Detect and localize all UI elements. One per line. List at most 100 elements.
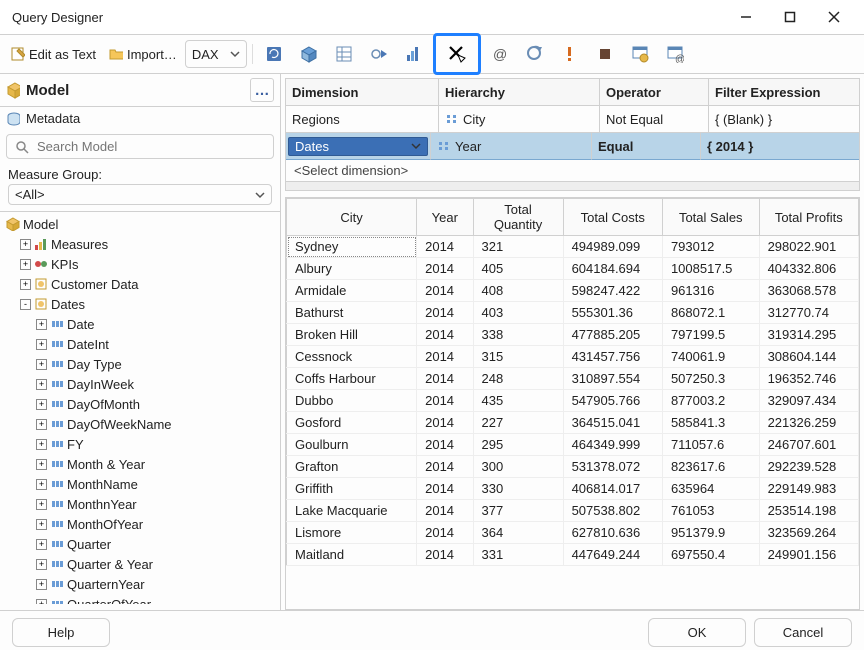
grid-cell[interactable]: 310897.554 <box>563 368 662 390</box>
grid-cell[interactable]: Armidale <box>287 280 417 302</box>
refresh-button[interactable] <box>258 41 290 67</box>
filter-row[interactable]: RegionsCityNot Equal{ (Blank) } <box>286 106 859 133</box>
grid-cell[interactable]: 364 <box>473 522 563 544</box>
tree-node-kpis[interactable]: + KPIs <box>4 254 280 274</box>
grid-cell[interactable]: 298022.901 <box>759 236 858 258</box>
maximize-button[interactable] <box>768 3 812 31</box>
grid-cell[interactable]: 2014 <box>417 302 473 324</box>
grid-cell[interactable]: 363068.578 <box>759 280 858 302</box>
tree-node-date-field[interactable]: +Quarter & Year <box>4 554 280 574</box>
grid-cell[interactable]: Coffs Harbour <box>287 368 417 390</box>
grid-cell[interactable]: 635964 <box>662 478 759 500</box>
grid-row[interactable]: Cessnock2014315431457.756740061.9308604.… <box>287 346 859 368</box>
filter-hierarchy-cell[interactable]: City <box>439 106 600 133</box>
measure-group-select[interactable]: <All> <box>8 184 272 205</box>
grid-cell[interactable]: 531378.072 <box>563 456 662 478</box>
grid-cell[interactable]: Albury <box>287 258 417 280</box>
tree-node-date-field[interactable]: +DayOfMonth <box>4 394 280 414</box>
grid-cell[interactable]: Lake Macquarie <box>287 500 417 522</box>
show-aggregations-button[interactable] <box>398 41 430 67</box>
grid-cell[interactable]: 300 <box>473 456 563 478</box>
grid-row[interactable]: Sydney2014321494989.099793012298022.901 <box>287 236 859 258</box>
grid-cell[interactable]: 253514.198 <box>759 500 858 522</box>
grid-cell[interactable]: 961316 <box>662 280 759 302</box>
grid-cell[interactable]: 2014 <box>417 390 473 412</box>
grid-cell[interactable]: 338 <box>473 324 563 346</box>
grid-cell[interactable]: 2014 <box>417 478 473 500</box>
grid-row[interactable]: Coffs Harbour2014248310897.554507250.319… <box>287 368 859 390</box>
grid-cell[interactable]: 2014 <box>417 500 473 522</box>
grid-cell[interactable]: Dubbo <box>287 390 417 412</box>
grid-cell[interactable]: 431457.756 <box>563 346 662 368</box>
grid-cell[interactable]: 547905.766 <box>563 390 662 412</box>
tree-node-date-field[interactable]: +MonthName <box>4 474 280 494</box>
grid-cell[interactable]: 2014 <box>417 324 473 346</box>
help-button[interactable]: Help <box>12 618 110 647</box>
expand-icon[interactable]: + <box>36 459 47 470</box>
grid-cell[interactable]: Lismore <box>287 522 417 544</box>
filter-operator-cell[interactable]: Equal <box>592 133 701 160</box>
execute-button[interactable]: @ <box>484 41 516 67</box>
grid-cell[interactable]: 295 <box>473 434 563 456</box>
grid-row[interactable]: Goulburn2014295464349.999711057.6246707.… <box>287 434 859 456</box>
grid-cell[interactable]: 221326.259 <box>759 412 858 434</box>
grid-cell[interactable]: 246707.601 <box>759 434 858 456</box>
grid-cell[interactable]: 740061.9 <box>662 346 759 368</box>
grid-cell[interactable]: Bathurst <box>287 302 417 324</box>
expand-icon[interactable]: + <box>20 259 31 270</box>
grid-cell[interactable]: 331 <box>473 544 563 566</box>
grid-cell[interactable]: 319314.295 <box>759 324 858 346</box>
grid-cell[interactable]: 312770.74 <box>759 302 858 324</box>
filter-row[interactable]: DatesYearEqual{ 2014 } <box>286 133 859 160</box>
grid-cell[interactable]: 2014 <box>417 412 473 434</box>
grid-cell[interactable]: 248 <box>473 368 563 390</box>
expand-icon[interactable]: + <box>36 319 47 330</box>
grid-cell[interactable]: 2014 <box>417 456 473 478</box>
grid-cell[interactable]: 321 <box>473 236 563 258</box>
expand-icon[interactable]: + <box>36 359 47 370</box>
grid-cell[interactable]: 627810.636 <box>563 522 662 544</box>
grid-cell[interactable]: 308604.144 <box>759 346 858 368</box>
tree-node-date-field[interactable]: +FY <box>4 434 280 454</box>
grid-cell[interactable]: Gosford <box>287 412 417 434</box>
metadata-header[interactable]: Metadata <box>0 106 280 130</box>
expand-icon[interactable]: + <box>36 579 47 590</box>
chevron-down-icon[interactable] <box>411 141 421 151</box>
import-button[interactable]: Import… <box>104 40 182 68</box>
grid-header-cell[interactable]: City <box>287 199 417 236</box>
grid-cell[interactable]: 315 <box>473 346 563 368</box>
data-grid[interactable]: CityYearTotal QuantityTotal CostsTotal S… <box>285 197 860 610</box>
expand-icon[interactable]: + <box>20 279 31 290</box>
grid-cell[interactable]: Sydney <box>287 236 417 258</box>
grid-cell[interactable]: Griffith <box>287 478 417 500</box>
grid-cell[interactable]: 227 <box>473 412 563 434</box>
cancel-execute-button[interactable] <box>519 41 551 67</box>
grid-header-cell[interactable]: Total Costs <box>563 199 662 236</box>
grid-cell[interactable]: 464349.999 <box>563 434 662 456</box>
search-model-input[interactable] <box>35 138 265 155</box>
grid-cell[interactable]: 229149.983 <box>759 478 858 500</box>
grid-cell[interactable]: 604184.694 <box>563 258 662 280</box>
grid-cell[interactable]: 330 <box>473 478 563 500</box>
grid-cell[interactable]: 2014 <box>417 258 473 280</box>
grid-cell[interactable]: 585841.3 <box>662 412 759 434</box>
grid-row[interactable]: Armidale2014408598247.422961316363068.57… <box>287 280 859 302</box>
grid-cell[interactable]: 408 <box>473 280 563 302</box>
filter-expression-cell[interactable]: { 2014 } <box>701 133 859 160</box>
show-empty-cells-button[interactable] <box>328 41 360 67</box>
grid-cell[interactable]: 2014 <box>417 434 473 456</box>
grid-cell[interactable]: 2014 <box>417 236 473 258</box>
model-browse-button[interactable]: … <box>250 78 274 102</box>
expand-icon[interactable]: + <box>36 539 47 550</box>
grid-cell[interactable]: 477885.205 <box>563 324 662 346</box>
grid-cell[interactable]: 435 <box>473 390 563 412</box>
grid-cell[interactable]: 598247.422 <box>563 280 662 302</box>
grid-cell[interactable]: 823617.6 <box>662 456 759 478</box>
tree-node-date-field[interactable]: +DayInWeek <box>4 374 280 394</box>
filter-dimension-cell[interactable]: Regions <box>286 106 439 133</box>
command-type-select[interactable]: DAX <box>185 40 247 68</box>
ok-button[interactable]: OK <box>648 618 746 647</box>
grid-cell[interactable]: Grafton <box>287 456 417 478</box>
grid-row[interactable]: Albury2014405604184.6941008517.5404332.8… <box>287 258 859 280</box>
grid-cell[interactable]: 555301.36 <box>563 302 662 324</box>
